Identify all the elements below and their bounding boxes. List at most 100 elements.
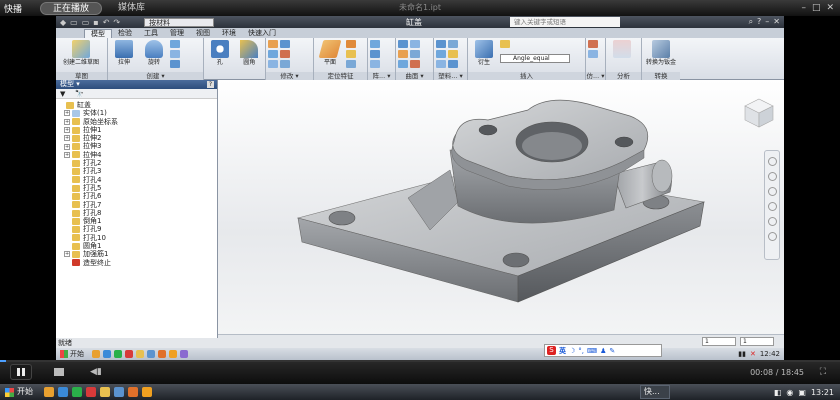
thicken-icon[interactable]	[398, 40, 408, 48]
ucs-icon[interactable]	[346, 60, 356, 68]
coil-icon[interactable]	[170, 60, 180, 68]
quicklaunch-icon[interactable]	[125, 350, 133, 358]
help-icon[interactable]: ?	[757, 17, 761, 27]
patch-icon[interactable]	[410, 40, 420, 48]
plane-button[interactable]: 平面	[316, 40, 344, 66]
minimize-button[interactable]: –	[801, 3, 806, 13]
tree-item[interactable]: 打孔5	[56, 184, 217, 192]
mirror-icon[interactable]	[370, 60, 380, 68]
tray-icon[interactable]: ◧	[774, 388, 782, 397]
expand-toggle-icon[interactable]: +	[64, 151, 70, 158]
tree-item[interactable]: 圆角1	[56, 242, 217, 250]
rest-icon[interactable]	[436, 60, 446, 68]
full-navigation-icon[interactable]	[767, 232, 777, 241]
ime-language[interactable]: 英	[559, 346, 566, 356]
tab-inspect[interactable]: 检验	[112, 29, 138, 38]
search-icon[interactable]: ⌕	[749, 17, 753, 27]
tree-item[interactable]: 打孔2	[56, 159, 217, 167]
quicklaunch-icon[interactable]	[142, 387, 152, 397]
user-icon[interactable]: ♟	[600, 347, 606, 355]
tab-get-started[interactable]: 快速入门	[242, 29, 282, 38]
quicklaunch-icon[interactable]	[158, 350, 166, 358]
chamfer-icon[interactable]	[268, 40, 278, 48]
moon-icon[interactable]: ☽	[569, 347, 575, 355]
stress-analysis-icon[interactable]	[588, 40, 598, 48]
player-logo[interactable]: 快播	[0, 2, 40, 15]
save-icon[interactable]: ▪	[93, 18, 98, 27]
tree-item[interactable]: 打孔10	[56, 234, 217, 242]
quicklaunch-icon[interactable]	[147, 350, 155, 358]
tab-environments[interactable]: 环境	[216, 29, 242, 38]
point-icon[interactable]	[346, 50, 356, 58]
quicklaunch-icon[interactable]	[58, 387, 68, 397]
quicklaunch-icon[interactable]	[72, 387, 82, 397]
steering-wheel-icon[interactable]	[767, 157, 777, 166]
inner-start-button[interactable]: 开始	[56, 349, 88, 359]
extend-icon[interactable]	[410, 60, 420, 68]
tree-item[interactable]: 倒角1	[56, 217, 217, 225]
tree-item[interactable]: 打孔7	[56, 201, 217, 209]
quicklaunch-icon[interactable]	[114, 350, 122, 358]
tray-icon[interactable]: ◉	[786, 388, 793, 397]
expand-toggle-icon[interactable]: +	[64, 135, 70, 142]
tab-model[interactable]: 模型	[84, 29, 112, 38]
tree-item[interactable]: + 拉伸3	[56, 142, 217, 150]
progress-bar[interactable]	[0, 360, 840, 362]
tree-item[interactable]: + 加强筋1	[56, 250, 217, 258]
keyboard-icon[interactable]: ⌨	[587, 347, 597, 355]
os-start-button[interactable]: 开始	[0, 385, 38, 399]
boss-icon[interactable]	[436, 50, 446, 58]
stop-button[interactable]	[54, 368, 64, 376]
orbit-icon[interactable]	[767, 202, 777, 211]
help-search-input[interactable]: 键入关键字或短语	[510, 17, 620, 27]
quicklaunch-icon[interactable]	[114, 387, 124, 397]
draft-icon[interactable]	[268, 60, 278, 68]
pause-button[interactable]	[10, 364, 32, 380]
import-icon[interactable]	[500, 40, 510, 48]
find-icon[interactable]: 🔭	[75, 90, 84, 98]
quicklaunch-icon[interactable]	[92, 350, 100, 358]
close-button[interactable]: ✕	[826, 3, 834, 13]
tree-item[interactable]: + 拉伸4	[56, 151, 217, 159]
volume-icon[interactable]: ✕	[750, 350, 756, 358]
tab-view[interactable]: 视图	[190, 29, 216, 38]
quicklaunch-icon[interactable]	[44, 387, 54, 397]
quicklaunch-icon[interactable]	[169, 350, 177, 358]
thread-icon[interactable]	[280, 40, 290, 48]
expand-toggle-icon[interactable]: +	[64, 110, 70, 117]
tab-manage[interactable]: 管理	[164, 29, 190, 38]
new-icon[interactable]: ▭	[70, 18, 78, 27]
quicklaunch-icon[interactable]	[180, 350, 188, 358]
tree-item[interactable]: + 原始坐标系	[56, 118, 217, 126]
tab-now-playing[interactable]: 正在播放	[40, 1, 103, 15]
extrude-button[interactable]: 拉伸	[110, 40, 138, 66]
graphics-viewport[interactable]	[218, 80, 784, 334]
shell-icon[interactable]	[268, 50, 278, 58]
quicklaunch-icon[interactable]	[86, 387, 96, 397]
expand-toggle-icon[interactable]: +	[64, 251, 70, 258]
maximize-button[interactable]: □	[812, 3, 821, 13]
sculpt-icon[interactable]	[398, 60, 408, 68]
sweep-icon[interactable]	[170, 40, 180, 48]
trim-icon[interactable]	[410, 50, 420, 58]
look-at-icon[interactable]	[767, 217, 777, 226]
split-icon[interactable]	[280, 50, 290, 58]
tray-icon[interactable]: ▣	[798, 388, 806, 397]
quicklaunch-icon[interactable]	[100, 387, 110, 397]
browser-help-button[interactable]: ?	[207, 81, 214, 88]
fullscreen-icon[interactable]: ⛶	[820, 367, 826, 377]
quicklaunch-icon[interactable]	[103, 350, 111, 358]
tree-item[interactable]: 缸盖	[56, 101, 217, 109]
axis-icon[interactable]	[346, 40, 356, 48]
derive-button[interactable]: 衍生	[470, 40, 498, 66]
app-menu-icon[interactable]: ◆	[60, 18, 66, 27]
open-icon[interactable]: ▭	[82, 18, 90, 27]
lip-icon[interactable]	[448, 60, 458, 68]
grill-icon[interactable]	[436, 40, 446, 48]
tree-item[interactable]: 打孔4	[56, 176, 217, 184]
revolve-button[interactable]: 旋转	[140, 40, 168, 66]
rib-icon[interactable]	[448, 40, 458, 48]
tree-item[interactable]: + 拉伸1	[56, 126, 217, 134]
app-close-button[interactable]: ✕	[773, 17, 780, 27]
sogou-icon[interactable]: S	[547, 346, 556, 355]
